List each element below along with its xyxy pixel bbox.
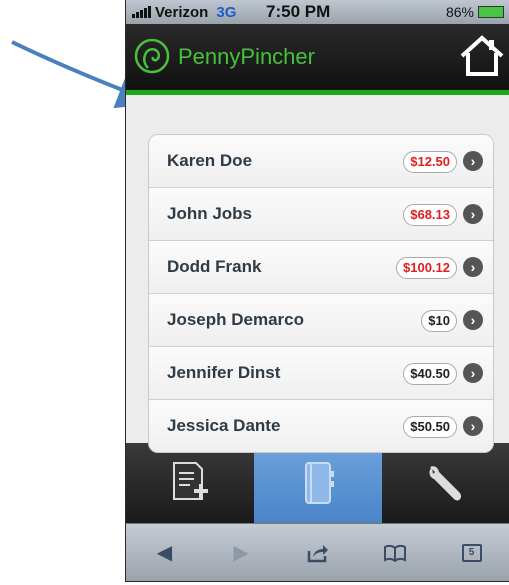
tab-contacts[interactable] [254, 443, 382, 523]
contact-row[interactable]: John Jobs $68.13 › [149, 188, 493, 241]
signal-icon [132, 6, 151, 18]
contact-name: John Jobs [167, 204, 253, 223]
amount-badge: $12.50 [403, 151, 457, 173]
main-content: Karen Doe $12.50 › John Jobs $68.13 › Dodd Fra… [126, 95, 509, 453]
chevron-right-icon[interactable]: › [463, 151, 483, 171]
app-title: PennyPincher [178, 44, 315, 69]
contact-row[interactable]: Joseph Demarco $10 › [149, 294, 493, 347]
home-icon[interactable] [458, 32, 506, 80]
pages-button[interactable]: 5 [448, 533, 496, 573]
chevron-right-icon[interactable]: › [463, 310, 483, 330]
forward-button[interactable]: ▶ [217, 533, 265, 573]
wrench-icon [429, 466, 462, 501]
back-arrow-icon: ◀ [156, 542, 173, 564]
amount-badge: $50.50 [403, 416, 457, 438]
bookmarks-button[interactable] [371, 533, 419, 573]
new-document-icon [173, 462, 208, 500]
share-button[interactable] [294, 533, 342, 573]
contact-name: Karen Doe [167, 151, 253, 170]
app-tab-bar [126, 443, 509, 523]
status-bar: Verizon 3G 7:50 PM 86% [126, 0, 509, 24]
amount-badge: $40.50 [403, 363, 457, 385]
contact-row[interactable]: Jennifer Dinst $40.50 › [149, 347, 493, 400]
back-button[interactable]: ◀ [140, 533, 188, 573]
contact-name: Jessica Dante [167, 416, 281, 435]
contact-row[interactable]: Dodd Frank $100.12 › [149, 241, 493, 294]
amount-badge: $68.13 [403, 204, 457, 226]
contact-row[interactable]: Jessica Dante $50.50 › [149, 400, 493, 452]
contact-list: Karen Doe $12.50 › John Jobs $68.13 › Dodd Fra… [148, 134, 494, 453]
carrier-label: Verizon [155, 3, 209, 21]
book-icon [383, 544, 406, 562]
amount-badge: $10 [421, 310, 457, 332]
tab-add-bill[interactable] [126, 443, 254, 523]
contact-row[interactable]: Karen Doe $12.50 › [149, 135, 493, 188]
penny-logo-icon [134, 38, 170, 74]
browser-toolbar: ◀ ▶ 5 [126, 523, 509, 581]
pages-count-icon: 5 [461, 543, 482, 562]
network-label: 3G [216, 3, 237, 21]
contact-name: Jennifer Dinst [167, 363, 281, 382]
contact-name: Joseph Demarco [167, 310, 304, 329]
battery-icon [478, 6, 504, 18]
share-icon [307, 544, 328, 562]
chevron-right-icon[interactable]: › [463, 416, 483, 436]
forward-arrow-icon: ▶ [233, 542, 249, 564]
battery-percent: 86% [445, 4, 474, 20]
clock: 7:50 PM [266, 2, 331, 21]
chevron-right-icon[interactable]: › [463, 363, 483, 383]
contact-name: Dodd Frank [167, 257, 262, 276]
amount-badge: $100.12 [396, 257, 457, 279]
chevron-right-icon[interactable]: › [463, 257, 483, 277]
phone-screen: Verizon 3G 7:50 PM 86% PennyPincher Kare… [125, 0, 509, 582]
chevron-right-icon[interactable]: › [463, 204, 483, 224]
tab-settings[interactable] [382, 443, 509, 523]
address-book-icon [305, 462, 334, 504]
app-header: PennyPincher [126, 24, 509, 95]
